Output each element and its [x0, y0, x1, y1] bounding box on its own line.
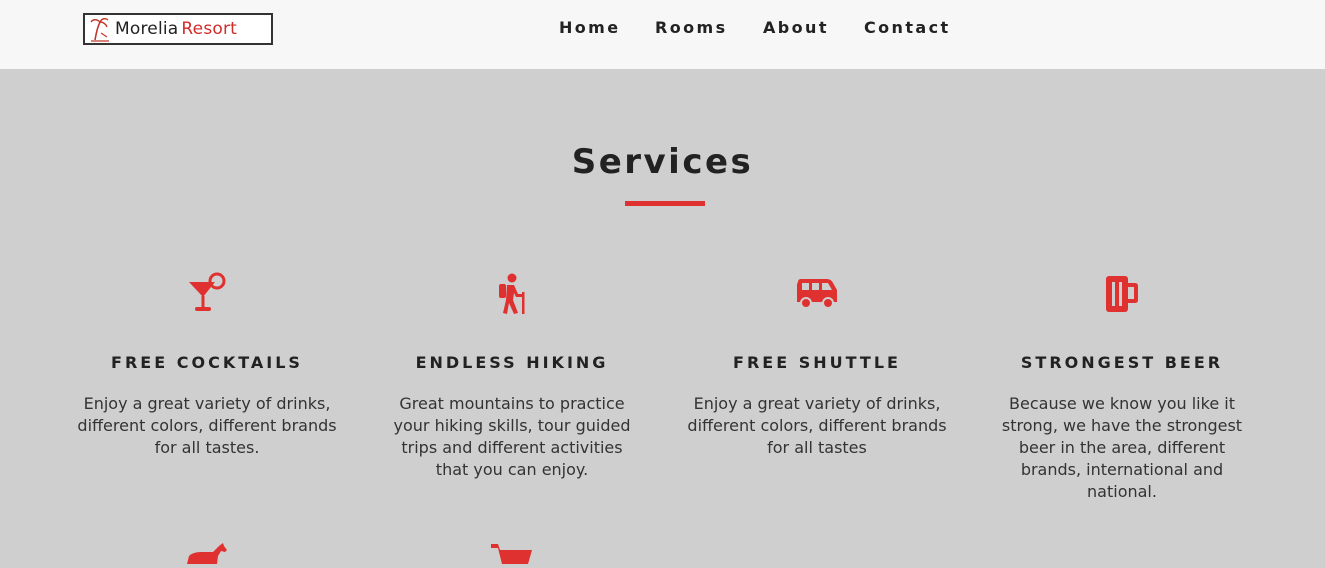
service-description: Enjoy a great variety of drinks, differe… [77, 394, 337, 457]
service-description: Great mountains to practice your hiking … [393, 394, 631, 479]
beer-icon [987, 272, 1257, 316]
cocktail-icon [72, 272, 342, 316]
nav-link-about[interactable]: About [763, 18, 829, 37]
logo-text: Morelia [115, 19, 179, 39]
service-description: Enjoy a great variety of drinks, differe… [687, 394, 947, 457]
hiking-icon [377, 272, 647, 316]
nav-link-rooms[interactable]: Rooms [655, 18, 728, 37]
shuttle-icon [682, 272, 952, 316]
nav-link-contact[interactable]: Contact [864, 18, 951, 37]
logo[interactable]: Morelia Resort [83, 13, 273, 45]
palm-tree-icon [90, 17, 109, 42]
service-title: FREE COCKTAILS [111, 353, 303, 372]
service-title: STRONGEST BEER [1020, 353, 1224, 372]
nav-link-home[interactable]: Home [559, 18, 621, 37]
services-title: Services [571, 142, 754, 182]
navbar: Morelia Resort Home Rooms About Contact [0, 0, 1325, 69]
logo-text-accent: Resort [181, 19, 238, 39]
title-underline [625, 201, 705, 206]
service-title: FREE SHUTTLE [733, 353, 901, 372]
service-title: ENDLESS HIKING [415, 353, 609, 372]
shopping-cart-icon [490, 542, 534, 568]
horse-icon [185, 542, 229, 568]
service-description: Because we know you like it strong, we h… [1001, 394, 1243, 501]
